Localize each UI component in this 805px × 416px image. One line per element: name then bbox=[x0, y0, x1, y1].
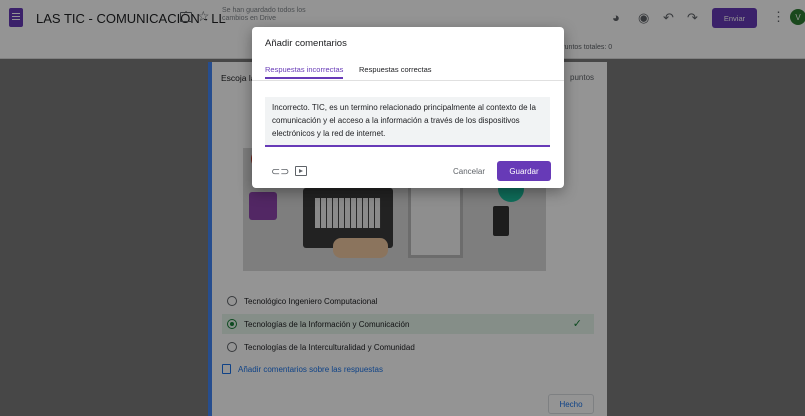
feedback-textarea[interactable]: Incorrecto. TIC, es un termino relaciona… bbox=[265, 97, 550, 147]
tab-correct-answers[interactable]: Respuestas correctas bbox=[359, 65, 432, 79]
link-icon[interactable]: ⊂⊃ bbox=[271, 165, 289, 178]
cancel-button[interactable]: Cancelar bbox=[453, 163, 485, 179]
dialog-title: Añadir comentarios bbox=[265, 38, 347, 49]
tab-divider bbox=[252, 80, 564, 81]
video-icon[interactable] bbox=[295, 166, 307, 176]
save-button[interactable]: Guardar bbox=[497, 161, 551, 181]
tab-incorrect-answers[interactable]: Respuestas incorrectas bbox=[265, 65, 344, 79]
add-feedback-dialog: Añadir comentarios Respuestas incorrecta… bbox=[252, 27, 564, 188]
